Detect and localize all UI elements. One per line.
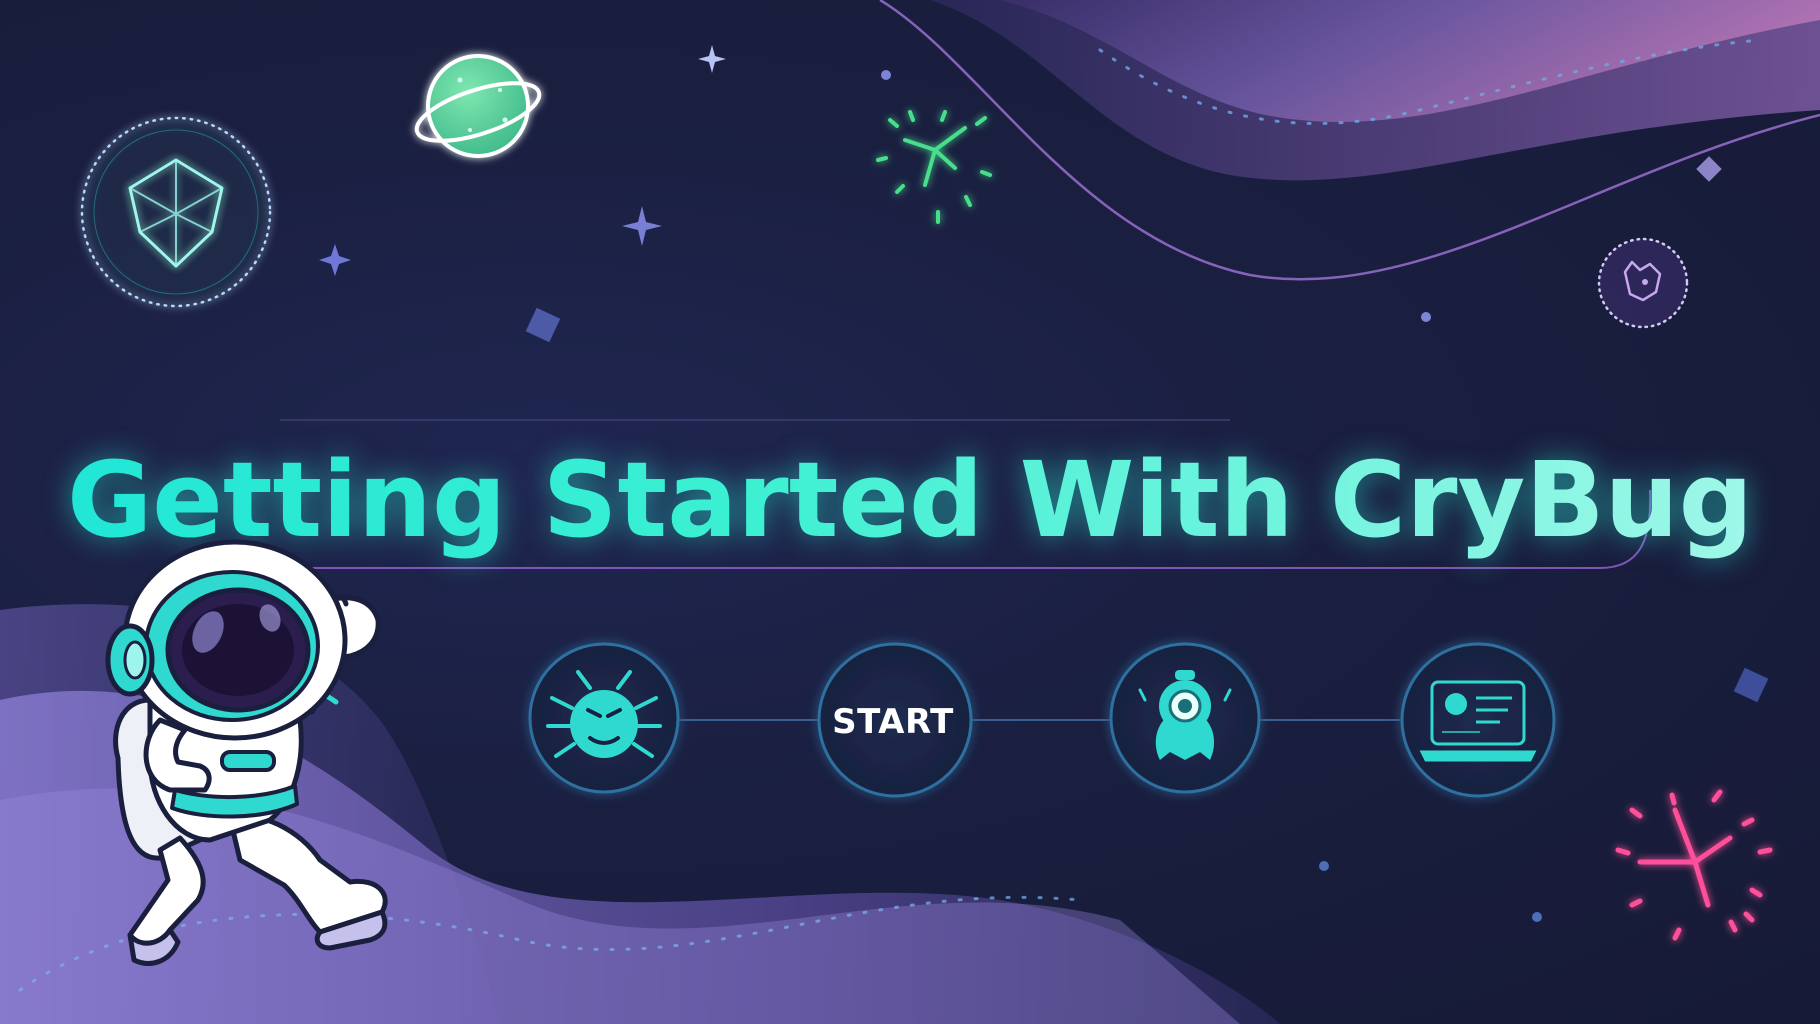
hero-banner: Getting Started With CryBug START	[0, 0, 1820, 1024]
astronaut-illustration	[105, 539, 388, 966]
